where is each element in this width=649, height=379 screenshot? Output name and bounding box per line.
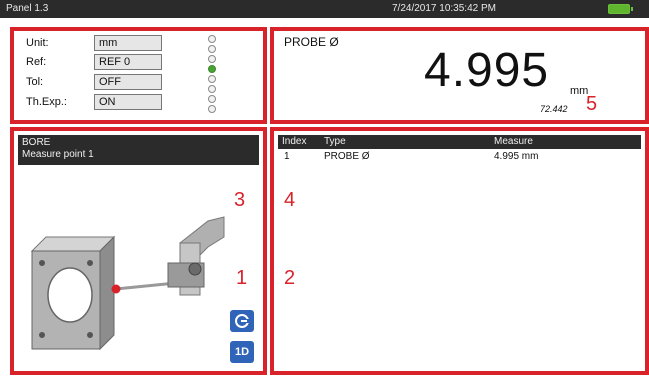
tolerance-led-icon	[208, 85, 216, 93]
ref-label: Ref:	[26, 56, 47, 68]
results-table-panel: Index Type Measure 1 PROBE Ø 4.995 mm 4 …	[270, 127, 649, 375]
callout-5: 5	[586, 93, 598, 115]
col-measure-header: Measure	[494, 136, 533, 147]
probe-connect-icon[interactable]	[230, 310, 254, 332]
mode-1d-button[interactable]: 1D	[230, 341, 254, 363]
callout-3: 3	[234, 189, 246, 211]
table-row[interactable]: 1 PROBE Ø 4.995 mm	[278, 150, 641, 164]
callout-1: 1	[236, 267, 248, 289]
col-type-header: Type	[324, 136, 346, 147]
bore-hole	[47, 267, 93, 323]
table-header: Index Type Measure	[278, 135, 641, 149]
bolt-icon	[87, 332, 93, 338]
probe-secondary-value: 72.442	[540, 104, 568, 114]
tolerance-led-active-icon	[208, 65, 216, 73]
probe-contact-point	[111, 284, 121, 294]
bolt-icon	[39, 260, 45, 266]
bolt-icon	[87, 260, 93, 266]
thexp-label: Th.Exp.:	[26, 96, 67, 108]
probe-stylus	[115, 281, 177, 291]
tolerance-led-icon	[208, 45, 216, 53]
probe-value: 4.995	[424, 44, 550, 97]
unit-label: Unit:	[26, 37, 49, 49]
tolerance-led-icon	[208, 95, 216, 103]
measure-type: BORE	[22, 137, 51, 148]
tol-label: Tol:	[26, 76, 44, 88]
tolerance-led-icon	[208, 105, 216, 113]
battery-full-icon	[608, 4, 633, 14]
diagram-panel: BORE Measure point 1 3 1 1D	[10, 127, 267, 375]
tolerance-led-icon	[208, 75, 216, 83]
title-bar: Panel 1.3 7/24/2017 10:35:42 PM	[0, 0, 649, 18]
callout-4: 4	[284, 189, 296, 211]
probe-reading-panel: PROBE Ø 4.995 mm 72.442 5	[270, 27, 649, 124]
probe-title: PROBE Ø	[284, 35, 339, 49]
bolt-icon	[39, 332, 45, 338]
tol-field[interactable]: OFF	[94, 74, 162, 90]
callout-2: 2	[284, 267, 296, 289]
col-index-header: Index	[282, 136, 307, 147]
thexp-field[interactable]: ON	[94, 94, 162, 110]
datetime: 7/24/2017 10:35:42 PM	[392, 3, 496, 14]
ref-field[interactable]: REF 0	[94, 54, 162, 70]
part-block-side	[99, 235, 115, 351]
cell-measure: 4.995 mm	[494, 151, 539, 162]
settings-panel: Unit: mm Ref: REF 0 Tol: OFF Th.Exp.: ON	[10, 27, 267, 124]
cell-index: 1	[284, 151, 290, 162]
bore-diagram	[30, 216, 225, 351]
measure-point: Measure point 1	[22, 149, 94, 160]
measure-header: BORE Measure point 1	[18, 135, 259, 165]
tolerance-led-icon	[208, 55, 216, 63]
unit-field[interactable]: mm	[94, 35, 162, 51]
cell-type: PROBE Ø	[324, 151, 370, 162]
panel-title: Panel 1.3	[6, 3, 49, 14]
probe-knob	[188, 262, 202, 276]
tolerance-led-icon	[208, 35, 216, 43]
